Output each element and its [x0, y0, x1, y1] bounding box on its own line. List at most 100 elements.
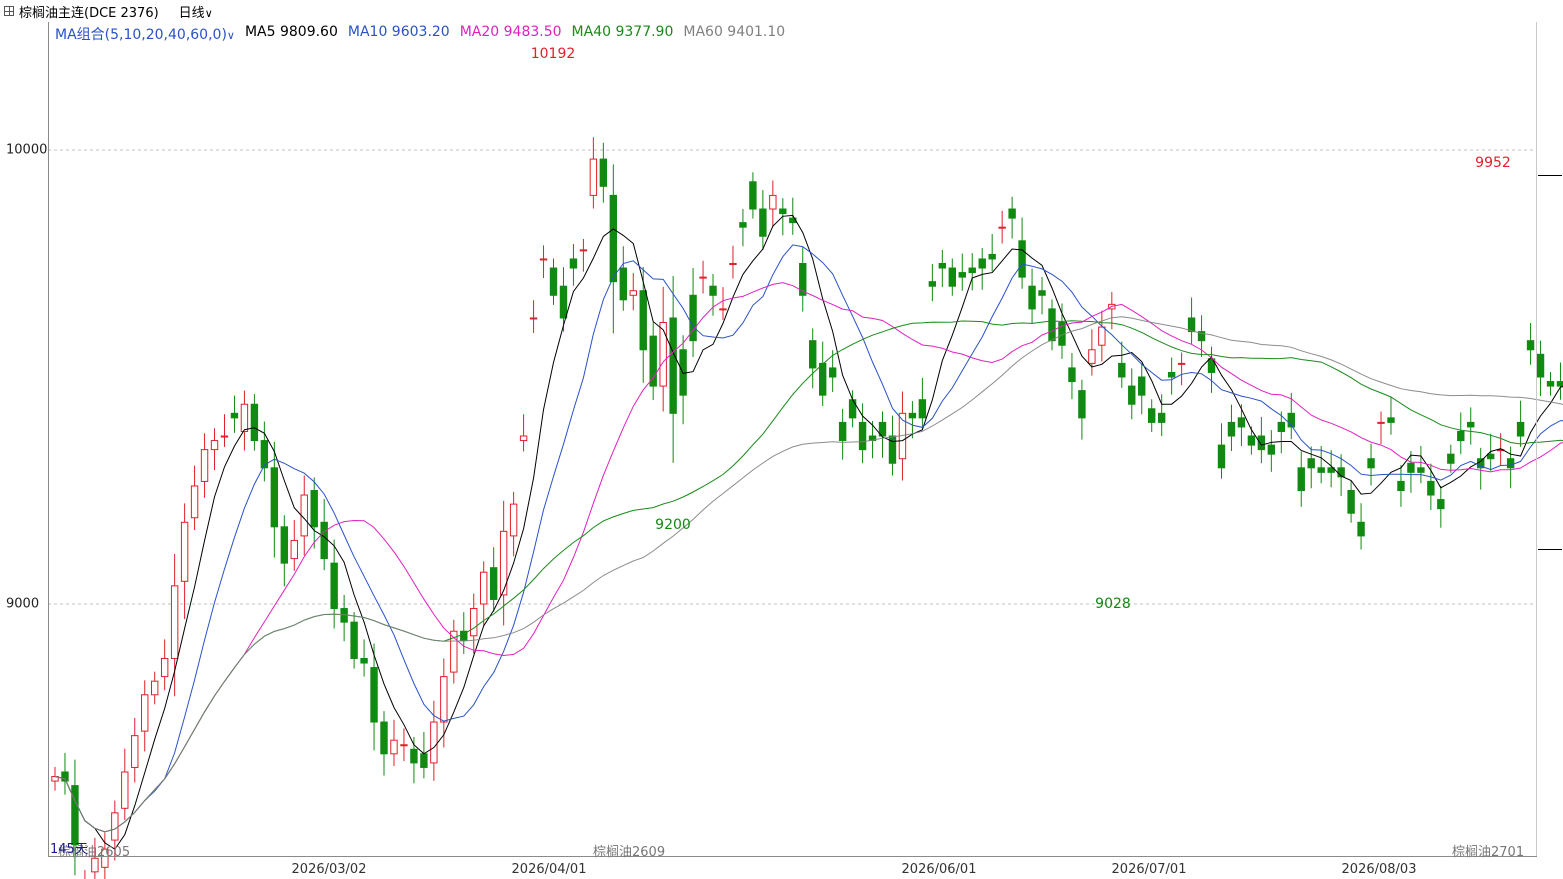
ma60-line — [54, 316, 1563, 833]
x-tick-label: 2026/04/01 — [511, 862, 587, 877]
days-count: 145天 — [50, 842, 88, 857]
candle-body — [609, 194, 618, 283]
candle-body — [141, 694, 149, 732]
candle-body — [928, 281, 937, 287]
candle-body — [160, 657, 169, 678]
candle-body — [430, 721, 438, 764]
candle-body — [809, 340, 817, 369]
candle-body — [240, 403, 249, 432]
candle-body — [908, 412, 917, 419]
candle-body — [390, 739, 398, 755]
chart-frame-bottom — [48, 856, 1537, 857]
candle-body — [958, 272, 966, 278]
candle-body — [549, 267, 558, 296]
candle-body — [539, 258, 548, 261]
candle-body — [180, 521, 189, 582]
candle-body — [1397, 480, 1405, 492]
candle-body — [1447, 453, 1455, 464]
candlestick-chart[interactable] — [0, 0, 1563, 879]
candle-body — [779, 208, 787, 215]
candle-body — [818, 362, 827, 396]
candle-body — [1068, 367, 1076, 383]
candle-body — [1018, 240, 1026, 278]
candle-body — [1148, 408, 1156, 423]
candle-body — [1317, 467, 1325, 473]
candle-body — [310, 490, 318, 528]
candle-body — [1486, 453, 1495, 460]
candle-body — [320, 521, 328, 560]
candle-body — [1227, 421, 1236, 437]
candle-body — [1118, 362, 1126, 378]
candle-body — [1078, 390, 1086, 419]
low-annotation: 9200 — [655, 517, 691, 533]
candle-body — [569, 258, 578, 269]
candle-body — [759, 208, 767, 237]
candle-body — [330, 562, 338, 610]
candle-body — [629, 290, 637, 296]
candle-body — [729, 263, 737, 265]
candle-body — [200, 449, 209, 482]
candle-body — [659, 322, 667, 387]
candle-body — [1467, 421, 1475, 428]
candle-body — [918, 399, 927, 419]
candle-body — [1556, 381, 1563, 387]
candle-body — [1516, 421, 1525, 437]
candle-body — [470, 608, 478, 637]
low-annotation: 9028 — [1095, 596, 1131, 612]
candle-body — [111, 812, 119, 841]
candle-body — [599, 158, 608, 187]
candle-body — [280, 526, 289, 564]
candle-body — [1367, 458, 1375, 469]
candle-body — [350, 621, 358, 659]
candle-body — [210, 440, 219, 451]
candle-body — [91, 857, 99, 873]
contract-label: 棕榈油2701 — [1452, 845, 1525, 860]
candle-body — [1028, 285, 1036, 310]
x-tick-label: 2026/07/01 — [1111, 862, 1187, 877]
candle-body — [121, 771, 129, 809]
candle-body — [709, 285, 717, 296]
x-tick-label: 2026/03/02 — [291, 862, 367, 877]
candle-body — [190, 485, 199, 519]
candle-body — [519, 435, 528, 442]
candle-body — [1217, 444, 1226, 469]
candle-body — [1237, 417, 1246, 428]
candle-body — [1347, 490, 1355, 514]
candle-body — [749, 181, 757, 210]
candle-body — [270, 467, 279, 528]
candle-body — [1297, 467, 1305, 491]
candle-body — [1187, 317, 1196, 333]
candle-body — [420, 753, 428, 768]
candle-body — [1138, 376, 1146, 396]
candle-body — [948, 267, 956, 287]
ma40-line — [54, 320, 1563, 833]
chart-frame-left — [48, 22, 49, 857]
candle-body — [151, 680, 159, 696]
candle-body — [131, 735, 139, 768]
candle-body — [649, 335, 657, 387]
candle-body — [559, 285, 568, 319]
candle-body — [250, 403, 259, 442]
candle-body — [619, 267, 627, 301]
candle-body — [1008, 208, 1016, 219]
candle-body — [858, 421, 867, 451]
right-edge-marker — [1538, 175, 1562, 176]
candle-body — [938, 263, 947, 269]
candle-body — [400, 744, 408, 747]
candle-body — [1048, 308, 1056, 342]
right-edge-marker — [1538, 549, 1562, 550]
x-tick-label: 2026/06/01 — [901, 862, 977, 877]
candle-body — [1407, 462, 1415, 473]
candle-body — [380, 721, 388, 755]
candle-body — [1377, 421, 1385, 424]
candle-body — [988, 253, 996, 260]
candle-body — [1457, 430, 1465, 442]
candle-body — [290, 539, 298, 560]
candle-body — [1157, 412, 1166, 423]
candle-body — [1417, 467, 1425, 473]
candle-body — [1536, 353, 1545, 378]
latest-high-annotation: 9952 — [1475, 155, 1511, 171]
candle-body — [220, 435, 229, 438]
candle-body — [1526, 340, 1535, 351]
high-annotation: 10192 — [530, 46, 576, 62]
